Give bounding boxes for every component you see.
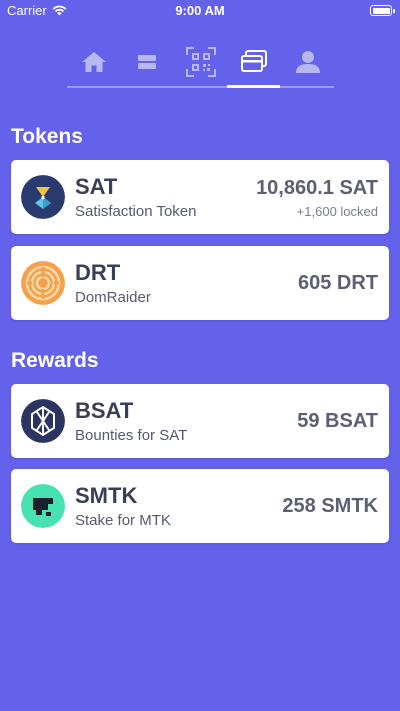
active-tab-indicator: [227, 85, 280, 88]
bsat-logo-icon: [21, 399, 65, 443]
tab-wallet[interactable]: [227, 40, 280, 84]
token-locked-amount: +1,600 locked: [296, 204, 378, 219]
list-icon: [137, 55, 156, 69]
status-bar: Carrier 9:00 AM: [0, 0, 400, 22]
token-symbol: BSAT: [75, 398, 134, 423]
token-symbol: SMTK: [75, 483, 138, 508]
tab-qr[interactable]: [174, 40, 227, 84]
tab-home[interactable]: [67, 40, 120, 84]
tokens-heading: Tokens: [11, 125, 83, 148]
token-card-drt[interactable]: DRT DomRaider 605 DRT: [11, 246, 389, 320]
token-balance: 605 DRT: [297, 272, 378, 294]
token-symbol: SAT: [75, 174, 118, 199]
sat-logo-icon: [21, 175, 65, 219]
qr-code-icon: [185, 47, 216, 77]
reward-card-smtk[interactable]: SMTK Stake for MTK 258 SMTK: [11, 469, 389, 543]
token-balance: 59 BSAT: [297, 410, 378, 432]
cards-icon: [240, 50, 267, 72]
reward-card-bsat[interactable]: BSAT Bounties for SAT 59 BSAT: [11, 384, 389, 458]
user-icon: [295, 51, 320, 73]
token-name: Stake for MTK: [75, 512, 171, 529]
token-name: Satisfaction Token: [75, 203, 197, 220]
tab-list[interactable]: [120, 40, 173, 84]
token-name: Bounties for SAT: [75, 427, 188, 444]
token-symbol: DRT: [75, 260, 121, 285]
token-name: DomRaider: [75, 289, 151, 306]
rewards-heading: Rewards: [11, 349, 99, 372]
top-nav: [67, 40, 334, 88]
drt-logo-icon: [21, 261, 65, 305]
token-balance: 258 SMTK: [282, 495, 378, 517]
battery-icon: [370, 5, 395, 16]
status-time: 9:00 AM: [175, 3, 225, 18]
tab-profile[interactable]: [281, 40, 334, 84]
token-card-sat[interactable]: SAT Satisfaction Token 10,860.1 SAT +1,6…: [11, 160, 389, 234]
home-icon: [81, 52, 106, 72]
token-balance: 10,860.1 SAT: [256, 177, 378, 199]
smtk-logo-icon: [21, 484, 65, 528]
nav-baseline: [67, 86, 334, 88]
